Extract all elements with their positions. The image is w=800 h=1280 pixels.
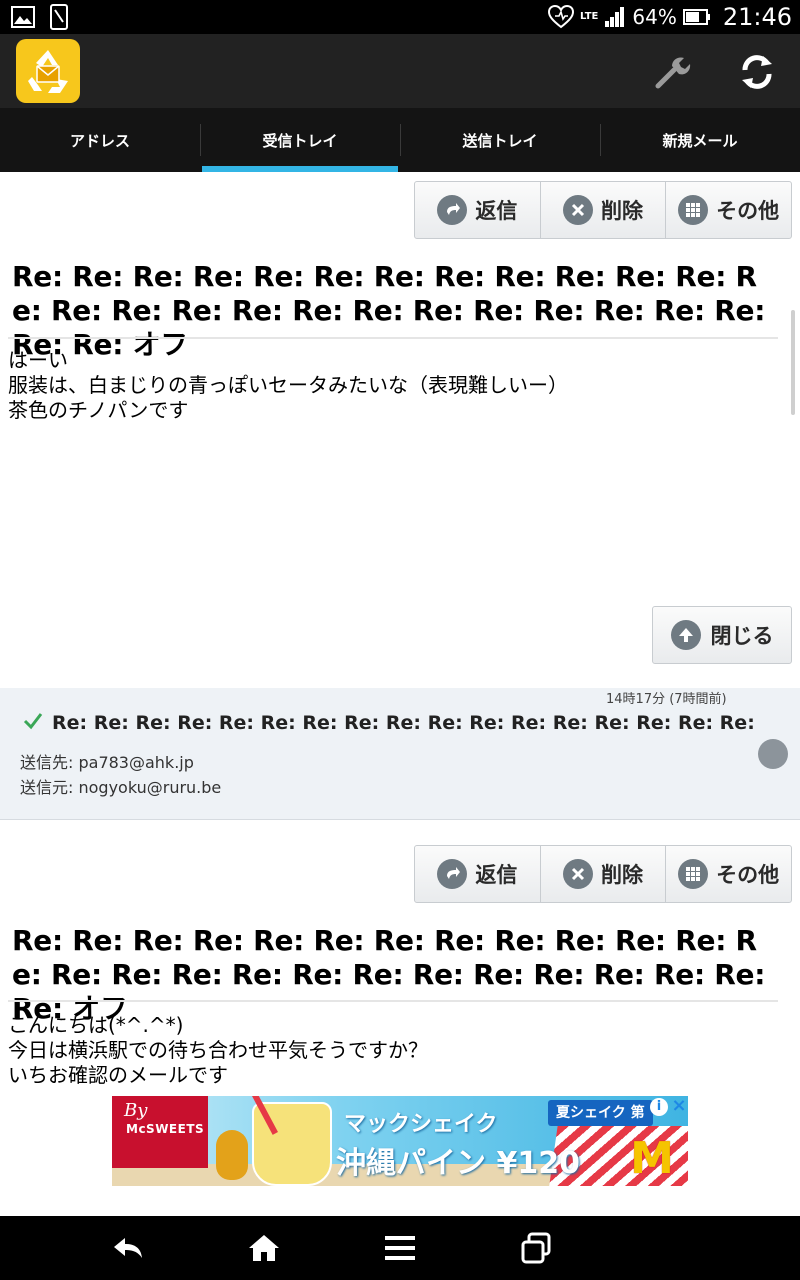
gallery-notification-icon (11, 6, 35, 28)
reply-button[interactable]: 返信 (415, 846, 540, 902)
close-label: 閉じる (710, 624, 774, 648)
reply-icon (437, 859, 468, 889)
ad-brand-line2: McSWEETS (126, 1122, 205, 1136)
delete-button[interactable]: 削除 (539, 846, 666, 902)
delete-label: 削除 (601, 863, 643, 887)
battery-icon (682, 9, 710, 25)
more-label: その他 (716, 199, 780, 223)
up-arrow-icon (670, 620, 701, 650)
reply-label: 返信 (475, 863, 518, 887)
recent-apps-icon (521, 1232, 551, 1264)
pineapple-image (216, 1130, 248, 1180)
settings-wrench-button[interactable] (648, 48, 696, 96)
back-icon (114, 1238, 142, 1258)
tab-inbox[interactable]: 受信トレイ (200, 108, 400, 172)
delete-x-icon (563, 195, 593, 225)
clock: 21:46 (722, 3, 792, 31)
mcdonalds-logo: M (630, 1133, 674, 1184)
battery-percent: 64% (632, 5, 677, 29)
tab-label: アドレス (69, 131, 130, 150)
message-actions: 返信 削除 その他 (414, 845, 792, 903)
message-subject: Re: Re: Re: Re: Re: Re: Re: Re: Re: Re: … (12, 924, 766, 1025)
message-body: こんにちは(*^.^*) 今日は横浜駅での待ち合わせ平気そうですか？ いちお確認… (8, 1013, 428, 1087)
close-button[interactable]: 閉じる (652, 606, 792, 664)
reply-icon (437, 195, 468, 225)
ad-badge: 夏シェイク 第 (548, 1100, 653, 1126)
wrench-icon (655, 57, 691, 89)
back-button[interactable] (108, 1228, 148, 1268)
more-button[interactable]: その他 (665, 182, 791, 238)
tab-address[interactable]: アドレス (0, 108, 200, 172)
ad-headline: 沖縄パイン ¥120 (336, 1146, 580, 1181)
mail-sender: 送信元: nogyoku@ruru.be (20, 778, 222, 797)
ad-brand-block: By McSWEETS (112, 1096, 208, 1168)
reply-button[interactable]: 返信 (415, 182, 540, 238)
home-icon (249, 1235, 279, 1261)
delete-x-icon (563, 859, 593, 889)
mail-list-item[interactable]: 14時17分 (7時間前) Re: Re: Re: Re: Re: Re: Re… (0, 688, 800, 820)
menu-button[interactable] (380, 1228, 420, 1268)
scrollbar[interactable] (791, 310, 795, 415)
check-icon (23, 713, 43, 730)
subject-divider (8, 337, 778, 339)
mail-recipient: 送信先: pa783@ahk.jp (20, 753, 194, 772)
reply-label: 返信 (475, 199, 518, 223)
ad-close-icon[interactable]: × (670, 1096, 688, 1116)
tab-new-mail[interactable]: 新規メール (600, 108, 800, 172)
subject-divider (8, 1000, 778, 1002)
system-nav-bar (0, 1216, 800, 1280)
status-bar: LTE 64% 21:46 (0, 0, 800, 34)
delete-button[interactable]: 削除 (539, 182, 666, 238)
app-logo-icon[interactable] (16, 39, 80, 103)
mail-subject: Re: Re: Re: Re: Re: Re: Re: Re: Re: Re: … (52, 712, 757, 734)
message-actions: 返信 削除 その他 (414, 181, 792, 239)
mail-time: 14時17分 (7時間前) (606, 692, 727, 707)
tab-label: 送信トレイ (462, 131, 538, 150)
message-body: はーい 服装は、白まじりの青っぽいセータみたいな（表現難しいー） 茶色のチノパン… (8, 348, 568, 422)
grid-icon (678, 859, 709, 889)
ad-banner[interactable]: By McSWEETS マックシェイク 沖縄パイン ¥120 夏シェイク 第 M… (112, 1096, 688, 1186)
home-button[interactable] (244, 1228, 284, 1268)
signal-icon (605, 7, 625, 27)
tab-label: 新規メール (662, 131, 738, 150)
recent-apps-button[interactable] (516, 1228, 556, 1268)
app-bar (0, 34, 800, 108)
heart-status-icon (548, 5, 574, 29)
grid-icon (678, 195, 709, 225)
refresh-icon (742, 55, 772, 89)
more-button[interactable]: その他 (665, 846, 791, 902)
menu-icon (385, 1236, 415, 1260)
unread-dot-icon (758, 739, 788, 769)
tab-bar: アドレス 受信トレイ 送信トレイ 新規メール (0, 108, 800, 172)
network-type-label: LTE (580, 11, 599, 22)
delete-label: 削除 (601, 199, 643, 223)
more-label: その他 (716, 863, 780, 887)
refresh-button[interactable] (733, 48, 781, 96)
message-subject: Re: Re: Re: Re: Re: Re: Re: Re: Re: Re: … (12, 260, 766, 361)
ad-title: マックシェイク (344, 1112, 498, 1137)
tab-label: 受信トレイ (262, 131, 338, 150)
ad-brand-line1: By (124, 1100, 148, 1121)
tablet-notification-icon (50, 4, 68, 30)
ad-info-icon[interactable]: i (650, 1098, 668, 1116)
tab-sent[interactable]: 送信トレイ (400, 108, 600, 172)
recycle-mail-icon (28, 50, 68, 93)
